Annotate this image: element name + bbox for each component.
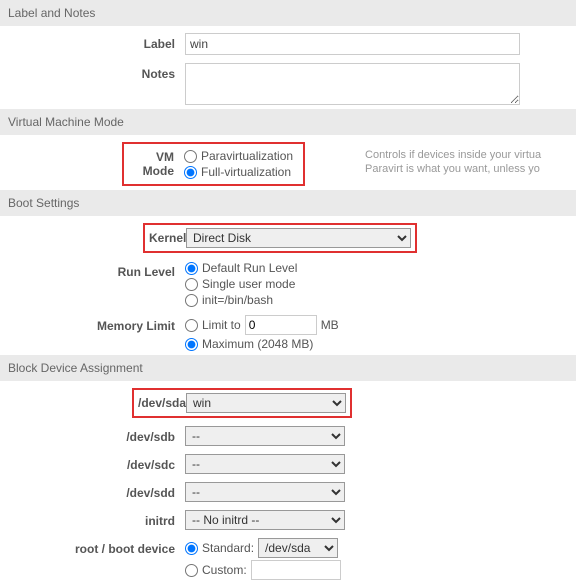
root-standard-radio[interactable] [185,542,198,555]
runlevel-single-label: Single user mode [202,277,295,291]
root-custom-radio[interactable] [185,564,198,577]
sda-select[interactable]: win [186,393,346,413]
root-standard-label: Standard: [202,541,254,555]
sdc-select[interactable]: -- [185,454,345,474]
vmmode-hint-1: Controls if devices inside your virtua [365,148,576,162]
label-field-label: Label [0,33,185,51]
memlimit-max-radio[interactable] [185,338,198,351]
runlevel-default-radio[interactable] [185,262,198,275]
vmmode-full-label: Full-virtualization [201,165,291,179]
vmmode-para-radio[interactable] [184,150,197,163]
kernel-field-label: Kernel [149,231,186,245]
vmmode-para-label: Paravirtualization [201,149,293,163]
sdd-field-label: /dev/sdd [0,482,185,500]
section-label-notes: Label and Notes [0,0,576,26]
vmmode-hint-2: Paravirt is what you want, unless yo [365,162,576,176]
section-vm-mode: Virtual Machine Mode [0,109,576,135]
root-custom-input[interactable] [251,560,341,580]
label-input[interactable] [185,33,520,55]
runlevel-field-label: Run Level [0,261,185,279]
memlimit-mb-label: MB [321,318,339,332]
initrd-field-label: initrd [0,510,185,528]
runlevel-init-radio[interactable] [185,294,198,307]
kernel-select[interactable]: Direct Disk [186,228,411,248]
rootboot-field-label: root / boot device [0,538,185,556]
runlevel-single-radio[interactable] [185,278,198,291]
memlimit-limit-radio[interactable] [185,319,198,332]
memlimit-limit-label: Limit to [202,318,241,332]
vmmode-field-label: VM Mode [128,150,182,178]
notes-textarea[interactable] [185,63,520,105]
sda-field-label: /dev/sda [138,396,186,410]
runlevel-default-label: Default Run Level [202,261,297,275]
sdd-select[interactable]: -- [185,482,345,502]
root-custom-label: Custom: [202,563,247,577]
root-standard-select[interactable]: /dev/sda [258,538,338,558]
sdb-field-label: /dev/sdb [0,426,185,444]
notes-field-label: Notes [0,63,185,81]
memlimit-value-input[interactable] [245,315,317,335]
memlimit-field-label: Memory Limit [0,315,185,333]
sdb-select[interactable]: -- [185,426,345,446]
initrd-select[interactable]: -- No initrd -- [185,510,345,530]
vmmode-full-radio[interactable] [184,166,197,179]
sdc-field-label: /dev/sdc [0,454,185,472]
section-boot: Boot Settings [0,190,576,216]
section-block: Block Device Assignment [0,355,576,381]
memlimit-max-label: Maximum (2048 MB) [202,337,313,351]
runlevel-init-label: init=/bin/bash [202,293,273,307]
